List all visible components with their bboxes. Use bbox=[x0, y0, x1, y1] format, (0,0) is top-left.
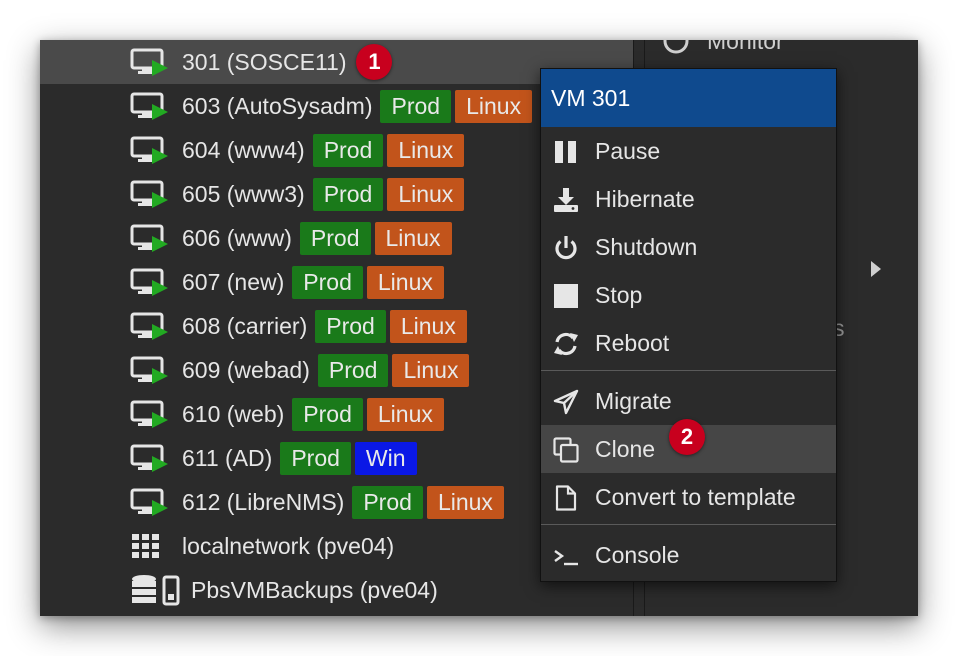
partial-monitor-label[interactable]: Monitor bbox=[707, 40, 784, 55]
menu-item-reboot[interactable]: Reboot bbox=[541, 319, 836, 367]
menu-item-label: Clone bbox=[595, 436, 656, 462]
menu-item-hibernate[interactable]: Hibernate bbox=[541, 175, 836, 223]
vm-running-icon bbox=[130, 268, 168, 296]
tree-row-label: 605 (www3) bbox=[182, 180, 305, 207]
tag-prod: Prod bbox=[299, 221, 371, 255]
vm-running-icon bbox=[130, 224, 168, 252]
network-grid-icon bbox=[132, 534, 159, 558]
vm-running-icon bbox=[130, 92, 168, 120]
terminal-icon bbox=[554, 550, 578, 566]
tree-row-label: 603 (AutoSysadm) bbox=[182, 92, 373, 119]
tag-linux: Linux bbox=[366, 265, 444, 299]
menu-item-label: Console bbox=[595, 542, 680, 568]
context-menu-title: VM 301 bbox=[541, 69, 836, 127]
menu-item-shutdown[interactable]: Shutdown bbox=[541, 223, 836, 271]
tree-row-label: 607 (new) bbox=[182, 268, 285, 295]
tag-linux: Linux bbox=[387, 177, 465, 211]
vm-running-icon bbox=[130, 356, 168, 384]
tag-prod: Prod bbox=[292, 397, 363, 431]
menu-item-label: Stop bbox=[595, 282, 643, 308]
tag-linux: Linux bbox=[387, 133, 465, 167]
menu-item-label: Shutdown bbox=[595, 234, 698, 260]
expand-arrow-icon[interactable] bbox=[869, 260, 883, 278]
tag-prod: Prod bbox=[312, 133, 384, 167]
tree-row-label: 301 (SOSCE11) bbox=[182, 48, 347, 75]
tree-row-label: 612 (LibreNMS) bbox=[182, 488, 345, 515]
menu-item-label: Migrate bbox=[595, 388, 672, 414]
menu-item-pause[interactable]: Pause bbox=[541, 127, 836, 175]
tree-row-label: 611 (AD) bbox=[182, 444, 273, 471]
menu-item-console[interactable]: Console bbox=[541, 531, 836, 579]
tag-linux: Linux bbox=[455, 89, 533, 123]
tree-row-label: 608 (carrier) bbox=[182, 312, 308, 339]
tag-win: Win bbox=[354, 441, 417, 475]
tree-row-label: 606 (www) bbox=[182, 224, 292, 251]
step-marker-1: 1 bbox=[356, 44, 393, 80]
vm-running-icon bbox=[130, 488, 168, 516]
menu-item-label: Reboot bbox=[595, 330, 670, 356]
monitor-icon bbox=[663, 40, 689, 54]
app-window: Monitor s 301 (SOSCE11) 1 603 (AutoSysad… bbox=[40, 40, 918, 616]
vm-running-icon bbox=[130, 444, 168, 472]
tag-prod: Prod bbox=[380, 89, 452, 123]
tree-row-label: 604 (www4) bbox=[182, 136, 305, 163]
menu-divider bbox=[541, 524, 836, 525]
download-icon bbox=[554, 188, 578, 212]
paper-plane-icon bbox=[553, 389, 579, 415]
vm-running-icon bbox=[130, 136, 168, 164]
tree-row-label: PbsVMBackups (pve04) bbox=[191, 576, 438, 603]
power-icon bbox=[555, 236, 577, 260]
tag-linux: Linux bbox=[389, 309, 467, 343]
tag-prod: Prod bbox=[317, 353, 389, 387]
clone-icon bbox=[553, 437, 579, 463]
tag-linux: Linux bbox=[366, 397, 444, 431]
tag-linux: Linux bbox=[392, 353, 470, 387]
tag-linux: Linux bbox=[426, 485, 504, 519]
menu-item-clone[interactable]: Clone 2 bbox=[541, 419, 836, 473]
vm-running-icon bbox=[130, 48, 168, 76]
menu-item-label: Convert to template bbox=[595, 484, 796, 510]
vm-context-menu: VM 301 Pause Hibernate Shutdown Stop Reb… bbox=[540, 68, 837, 582]
file-icon bbox=[555, 485, 577, 511]
menu-item-label: Pause bbox=[595, 138, 661, 164]
menu-divider bbox=[541, 370, 836, 371]
tag-prod: Prod bbox=[352, 485, 423, 519]
vm-running-icon bbox=[130, 400, 168, 428]
step-marker-2: 2 bbox=[669, 419, 705, 455]
menu-item-stop[interactable]: Stop bbox=[541, 271, 836, 319]
tree-row-label: 610 (web) bbox=[182, 400, 285, 427]
menu-item-label: Hibernate bbox=[595, 186, 695, 212]
vm-running-icon bbox=[130, 312, 168, 340]
tree-row-label: localnetwork (pve04) bbox=[182, 532, 395, 559]
refresh-icon bbox=[554, 332, 578, 356]
tag-prod: Prod bbox=[292, 265, 363, 299]
menu-item-convert-to-template[interactable]: Convert to template bbox=[541, 473, 836, 521]
tag-prod: Prod bbox=[315, 309, 386, 343]
vm-running-icon bbox=[130, 180, 168, 208]
tag-prod: Prod bbox=[312, 177, 384, 211]
tree-row-label: 609 (webad) bbox=[182, 356, 310, 383]
tag-linux: Linux bbox=[374, 221, 452, 255]
stop-icon bbox=[554, 284, 578, 308]
tag-prod: Prod bbox=[280, 441, 351, 475]
pause-icon bbox=[555, 141, 576, 163]
menu-item-migrate[interactable]: Migrate bbox=[541, 377, 836, 425]
storage-icon bbox=[132, 575, 180, 606]
